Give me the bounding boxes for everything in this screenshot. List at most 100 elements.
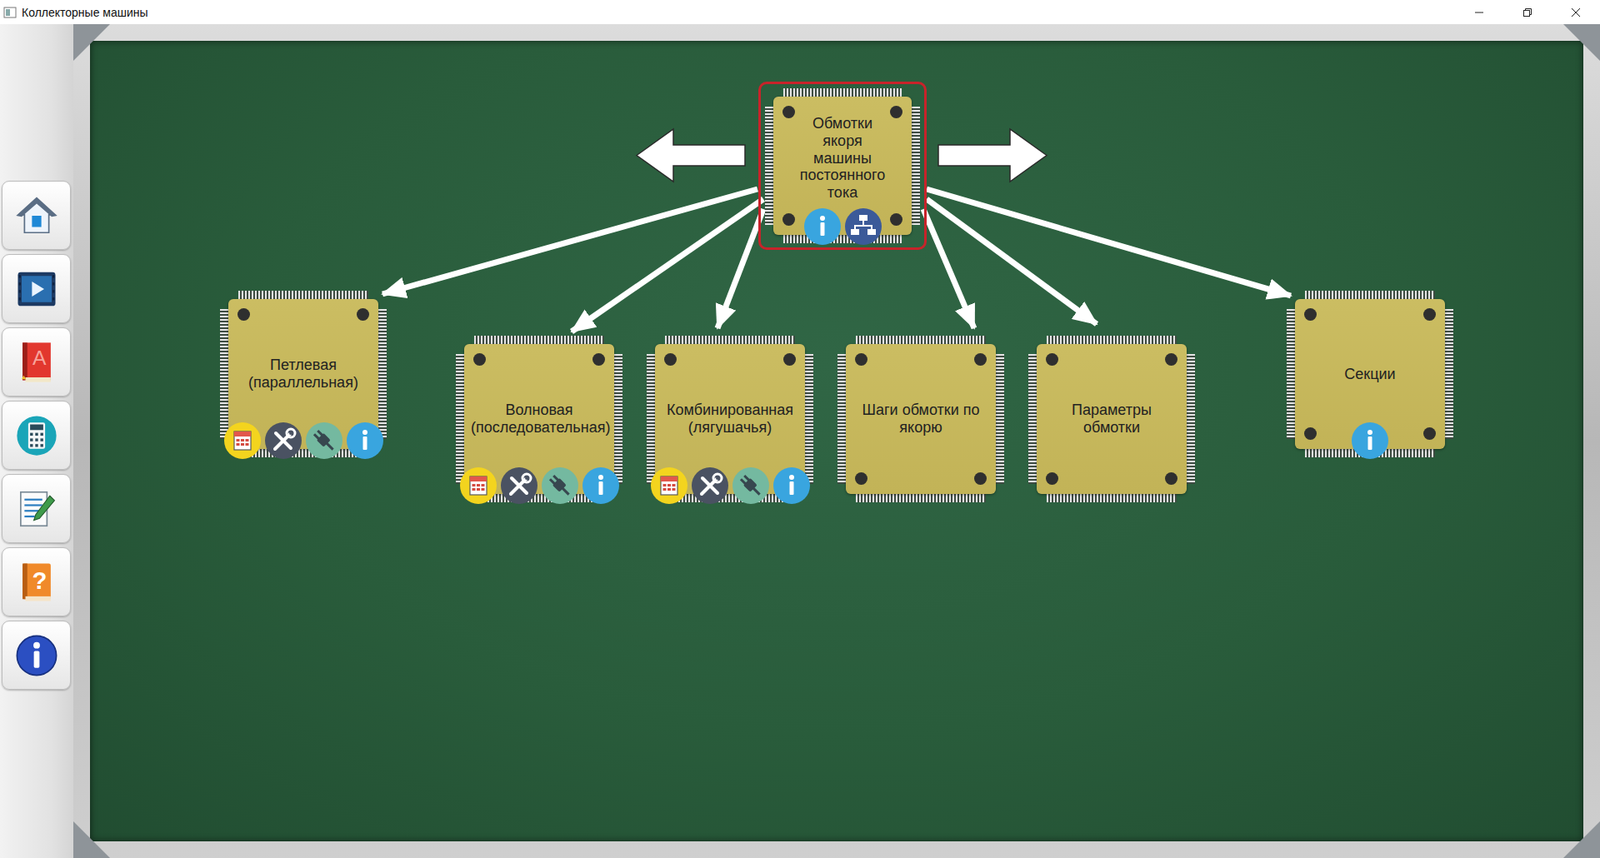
calc-button[interactable] <box>223 421 262 460</box>
window-controls <box>1455 0 1600 25</box>
window-title: Коллекторные машины <box>21 5 149 20</box>
calc-icon <box>459 466 498 505</box>
tools-icon <box>500 466 539 505</box>
root-node[interactable]: Обмотки якоря машины постоянного тока <box>773 96 912 235</box>
book-icon: A <box>14 340 60 385</box>
chip-pins <box>1186 354 1195 485</box>
tools-button[interactable] <box>264 421 303 460</box>
chip-pins <box>220 309 229 440</box>
sidebar: A? <box>0 24 74 858</box>
home-icon <box>14 193 60 239</box>
close-button[interactable] <box>1551 0 1600 25</box>
node-actions <box>1278 421 1462 460</box>
child-node[interactable]: Комбинированная (лягушачья) <box>655 344 805 495</box>
sidebar-info-button[interactable] <box>1 620 71 690</box>
chip-pins <box>1028 354 1037 485</box>
chip-pins <box>646 354 655 485</box>
chip-dot <box>473 353 486 366</box>
info-button[interactable] <box>1350 421 1390 460</box>
diagram-canvas: Обмотки якоря машины постоянного тока Пет… <box>73 24 1600 858</box>
close-icon <box>1570 7 1581 18</box>
node-label: Комбинированная (лягушачья) <box>661 401 799 436</box>
chip-pins <box>837 354 846 485</box>
chip-dot <box>1045 472 1059 485</box>
chalkboard: Обмотки якоря машины постоянного тока Пет… <box>73 24 1600 858</box>
sidebar-help-button[interactable]: ? <box>1 547 71 617</box>
chip-pins <box>995 354 1005 485</box>
info-icon <box>1350 421 1390 460</box>
chip-dot <box>1165 353 1178 366</box>
plug-button[interactable] <box>305 421 344 460</box>
node-label: Секции <box>1344 365 1395 384</box>
chip-pins <box>855 494 986 503</box>
plug-icon <box>731 466 770 505</box>
plug-button[interactable] <box>540 466 580 505</box>
child-node[interactable]: Параметры обмотки <box>1036 344 1187 495</box>
restore-button[interactable] <box>1503 0 1552 25</box>
node-label: Петлевая (параллельная) <box>235 356 372 391</box>
calc-button[interactable] <box>650 466 689 505</box>
tools-button[interactable] <box>500 466 539 505</box>
calc-icon <box>650 466 689 505</box>
sidebar-home-button[interactable] <box>1 180 71 250</box>
child-node[interactable]: Волновая (последовательная) <box>464 344 615 495</box>
edge-arrow <box>571 199 764 332</box>
tools-button[interactable] <box>690 466 730 505</box>
chip-dot <box>855 472 868 485</box>
chip-pins <box>805 354 814 485</box>
arrow-left-icon <box>635 127 747 184</box>
calc-button[interactable] <box>459 466 498 505</box>
sidebar-video-button[interactable] <box>1 254 71 324</box>
child-node[interactable]: Петлевая (параллельная) <box>228 299 379 450</box>
chip-pins <box>1286 309 1295 440</box>
app-icon <box>3 5 17 20</box>
chip-dot <box>1423 427 1436 440</box>
node-actions <box>756 207 929 246</box>
chip-body: Параметры обмотки <box>1036 344 1187 495</box>
info-button[interactable] <box>772 466 811 505</box>
notes-icon <box>14 486 60 532</box>
chip-dot <box>974 353 987 366</box>
main-area: A? Обмотки якоря машины постоянного тока П… <box>0 24 1600 858</box>
minimize-button[interactable] <box>1455 0 1504 25</box>
node-label: Шаги обмотки по якорю <box>852 401 990 436</box>
chip-dot <box>783 353 796 366</box>
structure-button[interactable] <box>844 207 883 246</box>
prev-arrow-button[interactable] <box>635 127 747 184</box>
info-icon <box>14 633 60 679</box>
chip-dot <box>664 353 677 366</box>
chip-dot <box>782 105 795 119</box>
info-button[interactable] <box>345 421 385 460</box>
edge-arrow <box>717 209 764 329</box>
node-label: Параметры обмотки <box>1043 401 1180 436</box>
chip-dot <box>592 353 605 366</box>
chip-pins <box>378 309 387 440</box>
calculator-icon <box>14 413 60 459</box>
arrow-right-icon <box>936 127 1049 184</box>
sidebar-calculator-button[interactable] <box>1 400 71 470</box>
info-button[interactable] <box>803 207 842 246</box>
node-actions <box>638 466 822 505</box>
info-icon <box>581 466 620 505</box>
chip-dot <box>782 213 795 226</box>
restore-icon <box>1522 7 1533 18</box>
chip-body: Обмотки якоря машины постоянного тока <box>773 96 912 235</box>
child-node[interactable]: Шаги обмотки по якорю <box>845 344 996 495</box>
node-label: Обмотки якоря машины постоянного тока <box>795 115 890 201</box>
calc-icon <box>223 421 262 460</box>
chip-pins <box>455 354 465 485</box>
sidebar-notes-button[interactable] <box>1 474 71 544</box>
structure-icon <box>844 207 883 246</box>
sidebar-book-button[interactable]: A <box>1 327 71 397</box>
tools-icon <box>264 421 303 460</box>
info-button[interactable] <box>581 466 620 505</box>
edge-arrow <box>926 199 1097 325</box>
chip-dot <box>855 353 868 366</box>
child-node[interactable]: Секции <box>1295 299 1445 450</box>
chip-dot <box>890 213 903 226</box>
plug-icon <box>540 466 580 505</box>
plug-button[interactable] <box>731 466 770 505</box>
next-arrow-button[interactable] <box>936 127 1049 184</box>
chip-pins <box>783 235 902 244</box>
chip-pins <box>614 354 623 485</box>
